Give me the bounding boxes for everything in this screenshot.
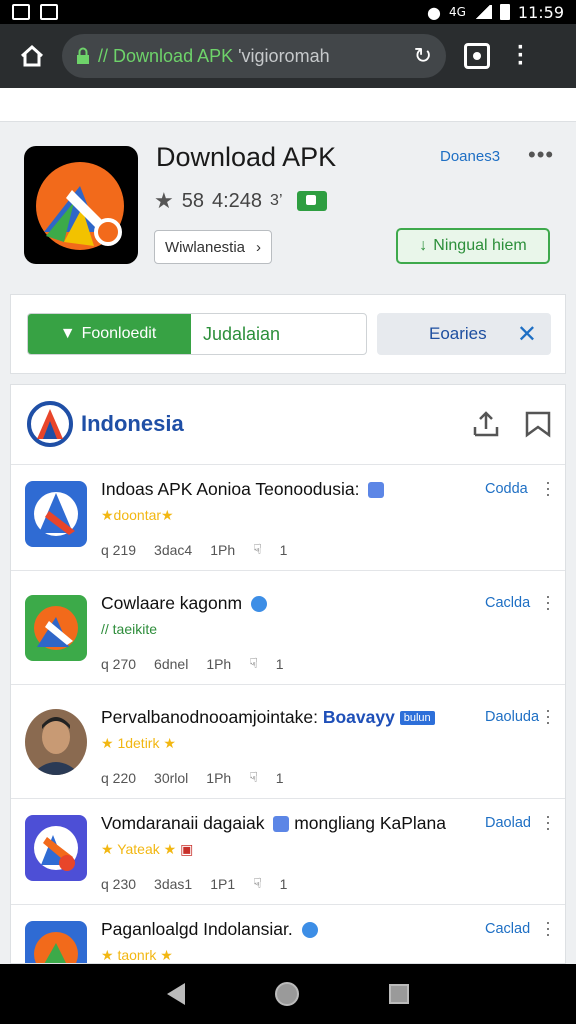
home-button[interactable] bbox=[14, 38, 50, 74]
reload-icon[interactable]: ↻ bbox=[414, 43, 432, 69]
carrier-label: 4G bbox=[448, 5, 466, 19]
overflow-menu-icon[interactable]: · · · bbox=[516, 36, 526, 76]
gallery-icon bbox=[12, 4, 30, 20]
list-item[interactable]: Vomdaranaii dagaiak mongliang KaPlana ★ … bbox=[11, 799, 565, 905]
item-subtitle: ★ Yateak ★ ▣ bbox=[101, 841, 194, 857]
list-header: Indonesia bbox=[11, 385, 565, 465]
list-item[interactable]: Cowlaare kagonm // taeikite q 270 6dnel 1P… bbox=[11, 579, 565, 685]
header-link[interactable]: Doanes3 bbox=[440, 148, 500, 165]
brand-logo-icon bbox=[27, 401, 73, 447]
like-icon[interactable]: ☟ bbox=[249, 655, 258, 672]
item-title: Paganloalgd Indolansiar. bbox=[101, 919, 318, 940]
item-meta: q 270 6dnel 1Ph ☟ 1 bbox=[101, 655, 284, 672]
like-icon[interactable]: ☟ bbox=[249, 769, 258, 786]
list-item[interactable]: Pervalbanodnooamjointake: Boavayy bulun … bbox=[11, 693, 565, 799]
app-icon bbox=[25, 481, 87, 547]
item-subtitle: ★ 1detirk ★ bbox=[101, 735, 176, 751]
page-top-strip bbox=[0, 88, 576, 122]
item-title: Pervalbanodnooamjointake: Boavayy bulun bbox=[101, 707, 435, 728]
close-icon[interactable]: ✕ bbox=[517, 320, 537, 349]
region-button[interactable]: Wiwlanestia › bbox=[154, 230, 272, 264]
page-title: Download APK bbox=[156, 142, 337, 172]
app-list: Indonesia Indoas APK Aonioa Teonoodusia:… bbox=[10, 384, 566, 964]
verified-icon bbox=[250, 596, 267, 613]
brand-name: Indonesia bbox=[81, 411, 184, 436]
avatar bbox=[25, 709, 87, 775]
battery-icon bbox=[499, 4, 510, 20]
more-icon[interactable]: ••• bbox=[528, 142, 554, 168]
back-icon[interactable] bbox=[167, 983, 185, 1005]
filter-bar: ▼ Foonloedit Judalaian Eoaries ✕ bbox=[10, 294, 566, 374]
verified-icon bbox=[296, 191, 327, 211]
tab-inactive[interactable]: Judalaian bbox=[188, 314, 366, 354]
app-icon bbox=[25, 921, 87, 963]
share-icon[interactable] bbox=[471, 409, 501, 439]
home-nav-icon[interactable] bbox=[275, 982, 299, 1006]
item-menu-icon[interactable]: · · · bbox=[545, 473, 551, 503]
address-text: // Download APK 'vigioromah bbox=[98, 45, 330, 66]
clock: 11:59 bbox=[517, 2, 564, 22]
item-link[interactable]: Caclda bbox=[485, 595, 530, 611]
item-link[interactable]: Codda bbox=[485, 481, 528, 497]
tabs-icon[interactable] bbox=[464, 43, 490, 69]
verified-icon bbox=[301, 922, 318, 939]
tab-active[interactable]: ▼ Foonloedit bbox=[28, 314, 188, 354]
signal-icon bbox=[473, 5, 492, 19]
item-title: Cowlaare kagonm bbox=[101, 593, 267, 614]
item-menu-icon[interactable]: · · · bbox=[545, 807, 551, 837]
segmented-control: ▼ Foonloedit Judalaian bbox=[27, 313, 367, 355]
item-meta: q 220 30rlol 1Ph ☟ 1 bbox=[101, 769, 284, 786]
list-item[interactable]: Indoas APK Aonioa Teonoodusia: ★doontar★… bbox=[11, 465, 565, 571]
like-icon[interactable]: ☟ bbox=[253, 541, 262, 558]
item-subtitle: ★doontar★ bbox=[101, 507, 174, 523]
app-logo bbox=[24, 146, 138, 264]
verified-icon bbox=[368, 482, 385, 499]
install-button[interactable]: ↓ Ningual hiem bbox=[396, 228, 550, 264]
status-bar: ● 4G 11:59 bbox=[0, 0, 576, 24]
item-menu-icon[interactable]: · · · bbox=[545, 701, 551, 731]
item-link[interactable]: Daolad bbox=[485, 815, 531, 831]
item-menu-icon[interactable]: · · · bbox=[545, 913, 551, 943]
app-icon bbox=[25, 815, 87, 881]
app-icon bbox=[25, 595, 87, 661]
item-subtitle: ★ taonrk ★ bbox=[101, 947, 173, 963]
recents-icon[interactable] bbox=[389, 984, 409, 1004]
lock-icon bbox=[77, 47, 89, 64]
home-icon bbox=[20, 44, 44, 67]
like-icon[interactable]: ☟ bbox=[253, 875, 262, 892]
address-bar[interactable]: // Download APK 'vigioromah ↻ bbox=[62, 34, 446, 78]
list-item[interactable]: Paganloalgd Indolansiar. ★ taonrk ★ Cacl… bbox=[11, 905, 565, 963]
notification-icon bbox=[40, 4, 58, 20]
item-subtitle: // taeikite bbox=[101, 621, 158, 637]
star-icon: ★ bbox=[154, 188, 174, 213]
verified-icon bbox=[273, 816, 290, 833]
item-link[interactable]: Daoluda bbox=[485, 709, 539, 725]
download-icon: ↓ bbox=[419, 237, 428, 254]
item-title: Vomdaranaii dagaiak mongliang KaPlana bbox=[101, 813, 446, 833]
wifi-icon: ● bbox=[426, 2, 441, 22]
search-chip[interactable]: Eoaries ✕ bbox=[377, 313, 551, 355]
browser-toolbar: // Download APK 'vigioromah ↻ · · · bbox=[0, 24, 576, 88]
item-menu-icon[interactable]: · · · bbox=[545, 587, 551, 617]
item-link[interactable]: Caclad bbox=[485, 921, 530, 937]
item-title: Indoas APK Aonioa Teonoodusia: bbox=[101, 479, 385, 500]
app-header: Download APK ★ 58 4:248 3’ Wiwlanestia ›… bbox=[0, 126, 576, 286]
rating-summary: ★ 58 4:248 3’ bbox=[154, 188, 327, 214]
bookmark-icon[interactable] bbox=[523, 409, 553, 439]
download-icon: ▼ bbox=[59, 325, 76, 342]
item-meta: q 230 3das1 1P1 ☟ 1 bbox=[101, 875, 288, 892]
gift-icon: ▣ bbox=[180, 841, 194, 857]
system-nav-bar bbox=[0, 964, 576, 1024]
item-meta: q 219 3dac4 1Ph ☟ 1 bbox=[101, 541, 288, 558]
chevron-right-icon: › bbox=[256, 238, 261, 256]
